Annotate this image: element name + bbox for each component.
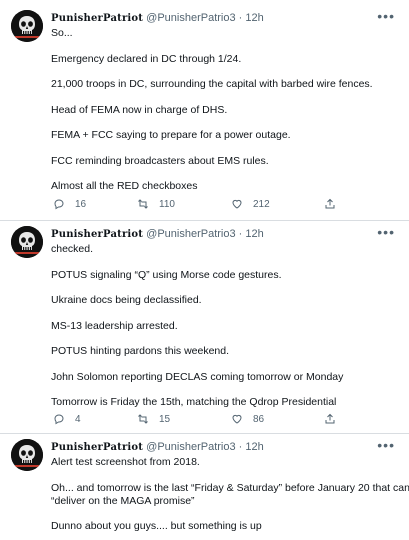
tweet-header: PunisherPatriot @PunisherPatrio3 · 12h •…: [51, 225, 399, 242]
more-icon[interactable]: •••: [377, 9, 395, 23]
tweet-line: Tomorrow is Friday the 15th, matching th…: [51, 396, 337, 408]
user-handle[interactable]: @PunisherPatrio3: [146, 441, 235, 453]
tweet-line: So...: [51, 27, 73, 39]
heart-icon: [232, 414, 242, 424]
heart-icon: [232, 199, 242, 209]
tweet-line: “deliver on the MAGA promise”: [51, 494, 195, 507]
tweet-line: Alert test screenshot from 2018.: [51, 456, 200, 468]
avatar[interactable]: [11, 439, 43, 471]
like-count: 212: [253, 198, 270, 210]
reply-icon: [54, 199, 64, 210]
retweet-button[interactable]: 15: [137, 411, 170, 427]
display-name[interactable]: PunisherPatriot: [51, 13, 143, 24]
share-icon: [325, 198, 335, 209]
punisher-skull-icon: [11, 439, 43, 471]
tweet-line: Oh... and tomorrow is the last “Friday &…: [51, 481, 409, 494]
tweet-text: Alert test screenshot from 2018. Oh... a…: [51, 456, 409, 533]
reply-count: 4: [75, 413, 81, 425]
more-icon[interactable]: •••: [377, 225, 395, 239]
retweet-button[interactable]: 110: [137, 196, 175, 212]
retweet-count: 15: [159, 413, 171, 425]
retweet-icon: [138, 199, 148, 209]
like-button[interactable]: 86: [231, 411, 264, 427]
tweet-line: Emergency declared in DC through 1/24.: [51, 52, 242, 65]
separator-dot: ·: [238, 228, 243, 240]
tweet-line: POTUS signaling “Q” using Morse code ges…: [51, 268, 282, 281]
tweet-line: Head of FEMA now in charge of DHS.: [51, 103, 228, 116]
tweet[interactable]: PunisherPatriot @PunisherPatrio3 · 12h •…: [0, 433, 409, 540]
tweet-line: Almost all the RED checkboxes: [51, 180, 198, 192]
tweet-line: MS-13 leadership arrested.: [51, 319, 178, 332]
share-icon: [325, 413, 335, 424]
timestamp[interactable]: 12h: [245, 228, 263, 240]
punisher-skull-icon: [11, 10, 43, 42]
display-name[interactable]: PunisherPatriot: [51, 442, 143, 453]
tweet-text: So... Emergency declared in DC through 1…: [51, 27, 401, 193]
tweet-header: PunisherPatriot @PunisherPatrio3 · 12h •…: [51, 438, 399, 455]
timestamp[interactable]: 12h: [245, 12, 263, 24]
share-button[interactable]: [324, 196, 336, 212]
tweet-line: 21,000 troops in DC, surrounding the cap…: [51, 78, 373, 90]
avatar[interactable]: [11, 226, 43, 258]
more-icon[interactable]: •••: [377, 438, 395, 452]
display-name[interactable]: PunisherPatriot: [51, 229, 143, 240]
tweet-line: Dunno about you guys.... but something i…: [51, 520, 262, 532]
retweet-icon: [138, 414, 148, 424]
tweet-line: POTUS hinting pardons this weekend.: [51, 345, 230, 357]
reply-button[interactable]: 16: [53, 196, 86, 212]
tweet-line: checked.: [51, 243, 94, 255]
like-button[interactable]: 212: [231, 196, 270, 212]
share-button[interactable]: [324, 411, 336, 427]
tweet-actions: 16 110 212: [51, 196, 351, 212]
separator-dot: ·: [238, 441, 243, 453]
user-handle[interactable]: @PunisherPatrio3: [146, 12, 235, 24]
retweet-count: 110: [159, 198, 175, 210]
tweet[interactable]: PunisherPatriot @PunisherPatrio3 · 12h •…: [0, 0, 409, 220]
like-count: 86: [253, 413, 265, 425]
tweet-text: checked. POTUS signaling “Q” using Morse…: [51, 243, 401, 409]
tweet[interactable]: PunisherPatriot @PunisherPatrio3 · 12h •…: [0, 220, 409, 433]
reply-count: 16: [75, 198, 87, 210]
tweet-feed: PunisherPatriot @PunisherPatrio3 · 12h •…: [0, 0, 409, 540]
tweet-actions: 4 15 86: [51, 411, 351, 427]
separator-dot: ·: [238, 12, 243, 24]
tweet-line: FCC reminding broadcasters about EMS rul…: [51, 154, 269, 167]
reply-icon: [54, 414, 64, 425]
reply-button[interactable]: 4: [53, 411, 81, 427]
tweet-line: John Solomon reporting DECLAS coming tom…: [51, 370, 344, 383]
user-handle[interactable]: @PunisherPatrio3: [146, 228, 235, 240]
tweet-line: FEMA + FCC saying to prepare for a power…: [51, 129, 291, 141]
timestamp[interactable]: 12h: [245, 441, 263, 453]
tweet-line: Ukraine docs being declassified.: [51, 294, 202, 306]
punisher-skull-icon: [11, 226, 43, 258]
avatar[interactable]: [11, 10, 43, 42]
tweet-header: PunisherPatriot @PunisherPatrio3 · 12h •…: [51, 9, 399, 26]
